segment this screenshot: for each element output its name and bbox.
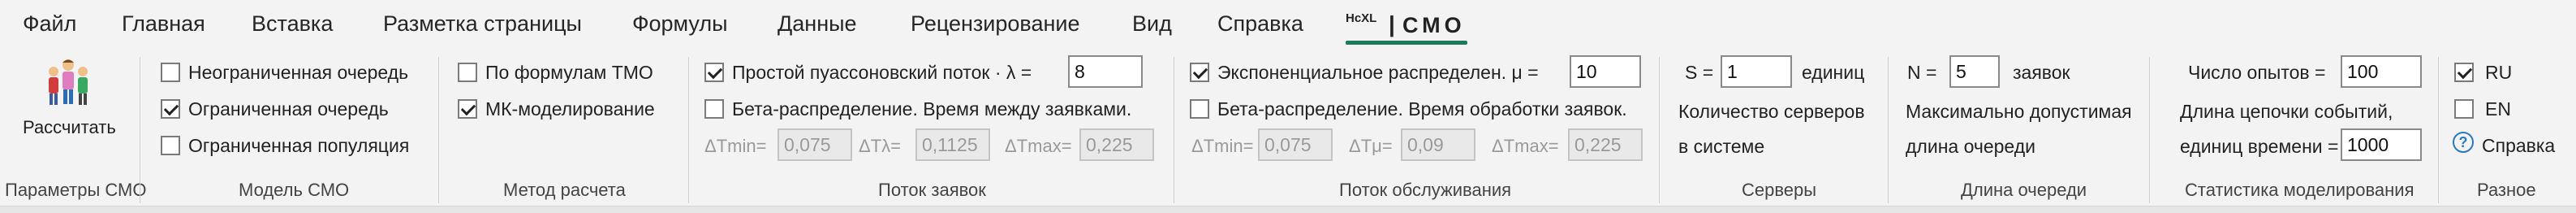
exponential-label: Экспоненциальное распределен. μ = — [1217, 62, 1539, 83]
tab-review[interactable]: Рецензирование — [911, 11, 1080, 37]
servers-prefix: S = — [1685, 62, 1714, 83]
group-label-method: Метод расчета — [503, 180, 626, 200]
lang-ru-checkbox[interactable] — [2454, 63, 2474, 82]
tab-file[interactable]: Файл — [23, 11, 76, 37]
group-label-misc: Разное — [2477, 180, 2536, 200]
arrival-beta-checkbox[interactable] — [704, 99, 724, 119]
tab-formulas[interactable]: Формулы — [632, 11, 728, 37]
trials-label: Число опытов = — [2188, 62, 2326, 83]
separator — [688, 57, 689, 203]
group-label-servers: Серверы — [1742, 180, 1817, 200]
queue-length-input[interactable] — [1949, 55, 2000, 88]
group-label-service: Поток обслуживания — [1339, 180, 1512, 200]
arrival-tmax-input[interactable] — [1079, 128, 1154, 161]
servers-unit: единиц — [1802, 62, 1865, 83]
time-units-input[interactable] — [2341, 128, 2422, 161]
separator — [1659, 57, 1660, 203]
lang-ru-label: RU — [2485, 62, 2513, 83]
tab-view[interactable]: Вид — [1132, 11, 1172, 37]
queue-description-2: длина очереди — [1906, 136, 2035, 157]
help-icon: ? — [2453, 132, 2474, 153]
tab-data[interactable]: Данные — [778, 11, 857, 37]
tab-separator: | — [1389, 11, 1395, 37]
arrival-tl-label: ΔTλ= — [859, 136, 901, 156]
formulas-tmo-checkbox[interactable] — [458, 63, 477, 82]
limited-population-checkbox[interactable] — [161, 136, 180, 155]
group-label-model: Модель СМО — [239, 180, 350, 200]
arrival-tmax-label: ΔTmax= — [1005, 136, 1072, 156]
group-label-params: Параметры СМО — [5, 180, 147, 200]
service-tmax-input[interactable] — [1568, 128, 1643, 161]
arrival-tl-input[interactable] — [915, 128, 990, 161]
group-label-stats: Статистика моделирования — [2185, 180, 2414, 200]
ribbon-tabs: Файл Главная Вставка Разметка страницы Ф… — [0, 0, 2576, 50]
group-label-arrival: Поток заявок — [878, 180, 986, 200]
calculate-label: Рассчитать — [23, 117, 116, 137]
lambda-input[interactable] — [1068, 55, 1143, 88]
separator — [2149, 57, 2150, 203]
mc-modeling-checkbox[interactable] — [458, 99, 477, 119]
chain-length-label: Длина цепочки событий, — [2180, 101, 2393, 122]
limited-queue-checkbox[interactable] — [161, 99, 180, 119]
separator — [438, 57, 439, 203]
trials-input[interactable] — [2341, 55, 2422, 88]
separator — [1888, 57, 1889, 203]
arrival-tmin-input[interactable] — [778, 128, 852, 161]
poisson-flow-label: Простой пуассоновский поток · λ = — [732, 62, 1032, 83]
calculate-button[interactable]: Рассчитать — [15, 57, 117, 148]
hcxl-logo: HcXL — [1346, 11, 1377, 25]
service-tmu-label: ΔTμ= — [1349, 136, 1393, 156]
lang-en-label: EN — [2485, 98, 2511, 120]
servers-description-2: в системе — [1678, 136, 1765, 157]
service-beta-checkbox[interactable] — [1190, 99, 1209, 119]
group-label-queue: Длина очереди — [1961, 180, 2087, 200]
queue-description: Максимально допустимая — [1906, 101, 2132, 122]
mc-modeling-label: МК-моделирование — [485, 98, 655, 120]
exponential-checkbox[interactable] — [1190, 63, 1209, 82]
queue-prefix: N = — [1907, 62, 1937, 83]
service-tmax-label: ΔTmax= — [1492, 136, 1559, 156]
arrival-beta-label: Бета-распределение. Время между заявками… — [732, 98, 1132, 120]
tab-cmo-label: СМО — [1402, 13, 1466, 37]
mu-input[interactable] — [1570, 55, 1641, 88]
service-tmin-input[interactable] — [1258, 128, 1333, 161]
tab-home[interactable]: Главная — [122, 11, 205, 37]
service-beta-label: Бета-распределение. Время обработки заяв… — [1217, 98, 1627, 120]
limited-population-label: Ограниченная популяция — [188, 135, 410, 156]
servers-description: Количество серверов — [1678, 101, 1865, 122]
active-tab-underline — [1346, 41, 1467, 45]
unlimited-queue-label: Неограниченная очередь — [188, 62, 409, 83]
unlimited-queue-checkbox[interactable] — [161, 63, 180, 82]
queue-unit: заявок — [2013, 62, 2070, 83]
formulas-tmo-label: По формулам ТМО — [485, 62, 653, 83]
service-tmin-label: ΔTmin= — [1191, 136, 1254, 156]
separator — [2438, 57, 2439, 203]
arrival-tmin-label: ΔTmin= — [704, 136, 767, 156]
tab-insert[interactable]: Вставка — [252, 11, 333, 37]
tab-help[interactable]: Справка — [1217, 11, 1303, 37]
service-tmu-input[interactable] — [1401, 128, 1475, 161]
poisson-flow-checkbox[interactable] — [704, 63, 724, 82]
help-button[interactable]: ? Справка — [2451, 130, 2565, 158]
tab-page-layout[interactable]: Разметка страницы — [383, 11, 582, 37]
limited-queue-label: Ограниченная очередь — [188, 98, 389, 120]
people-icon — [49, 59, 88, 105]
help-label: Справка — [2482, 135, 2556, 156]
time-units-label: единиц времени = — [2180, 136, 2339, 157]
servers-input[interactable] — [1721, 55, 1792, 88]
lang-en-checkbox[interactable] — [2454, 99, 2474, 119]
tab-cmo[interactable]: HcXL | СМО — [1346, 7, 1472, 49]
